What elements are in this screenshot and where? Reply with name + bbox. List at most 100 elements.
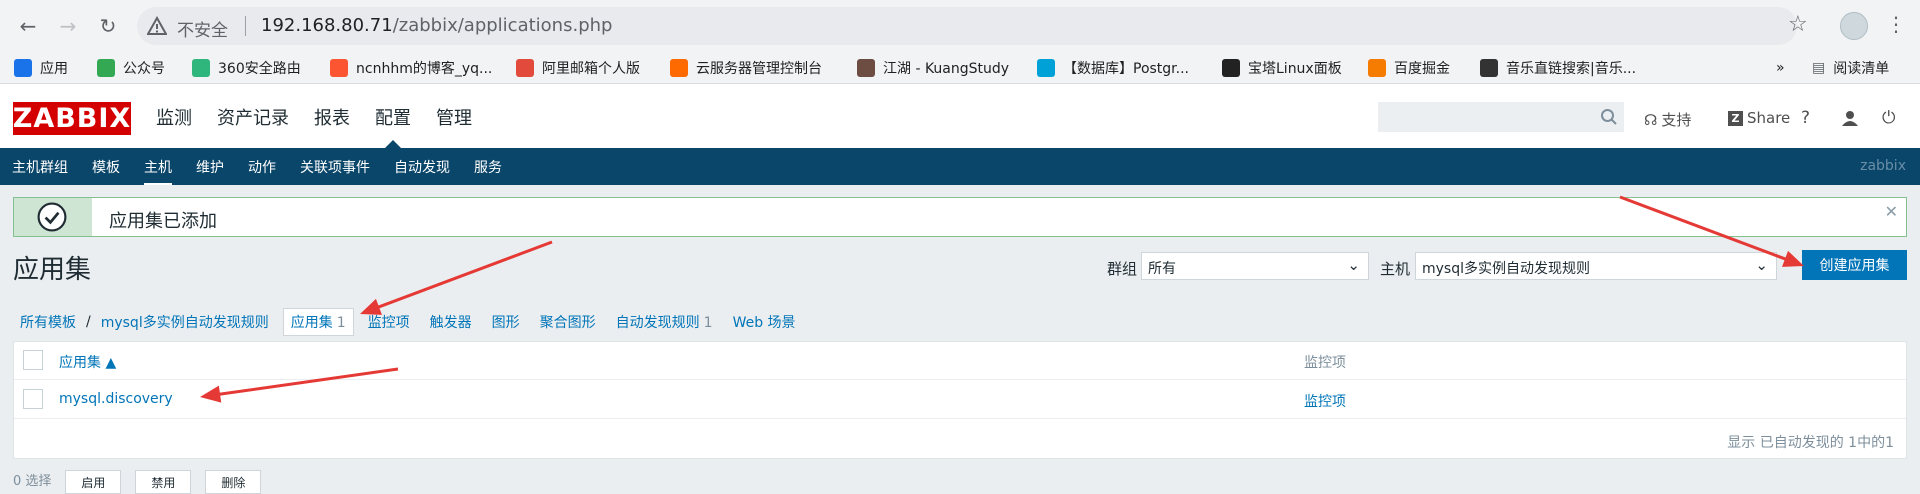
browser-menu-icon[interactable]: ⋮: [1886, 12, 1906, 36]
top-menu: 监测 资产记录 报表 配置 管理: [156, 104, 497, 148]
bookmark-item[interactable]: 应用: [14, 58, 68, 78]
bt-icon: [1222, 59, 1240, 77]
crumb-separator: /: [86, 314, 91, 330]
forward-icon[interactable]: →: [52, 10, 84, 42]
selected-count: 0 选择: [13, 474, 52, 489]
host-select-value: mysql多实例自动发现规则: [1422, 261, 1590, 277]
subnav-item[interactable]: 服务: [474, 157, 502, 177]
crumb-tab-label: 触发器: [429, 315, 472, 331]
subnav-item[interactable]: 模板: [92, 157, 120, 177]
crumb-tab[interactable]: 图形: [492, 312, 520, 332]
bookmarks-more-icon[interactable]: »: [1776, 58, 1785, 78]
bookmark-item[interactable]: 【数据库】Postgr...: [1037, 58, 1189, 78]
bookmark-item[interactable]: 宝塔Linux面板: [1222, 58, 1342, 78]
zabbix-header: ZABBIX 监测 资产记录 报表 配置 管理 ☊ 支持 Z Share ? ⏻: [0, 84, 1920, 148]
help-icon[interactable]: ?: [1801, 108, 1810, 128]
crumb-tab[interactable]: 聚合图形: [540, 312, 596, 332]
bookmark-item[interactable]: 阿里邮箱个人版: [516, 58, 640, 78]
url-text[interactable]: 192.168.80.71/zabbix/applications.php: [261, 15, 612, 36]
crumb-host[interactable]: mysql多实例自动发现规则: [101, 312, 269, 332]
bookmark-label: 阿里邮箱个人版: [542, 61, 640, 77]
apps-grid-icon: [14, 59, 32, 77]
mass-action-bar: 0 选择 启用 禁用 删除: [13, 470, 275, 494]
music-icon: [1480, 59, 1498, 77]
omnibox-divider: [245, 16, 246, 36]
reload-icon[interactable]: ↻: [92, 10, 124, 42]
column-header-items: 监控项: [1304, 355, 1346, 371]
crumb-tab[interactable]: 应用集 1: [282, 308, 354, 336]
check-circle-icon: [37, 202, 67, 232]
column-header-application[interactable]: 应用集 ▲: [59, 352, 116, 372]
bookmark-item[interactable]: 百度掘金: [1368, 58, 1450, 78]
support-link[interactable]: ☊ 支持: [1644, 109, 1691, 130]
bookmark-item[interactable]: 360安全路由: [192, 58, 301, 78]
crumb-tab[interactable]: 监控项: [368, 312, 410, 332]
table-row: mysql.discovery 监控项: [14, 380, 1906, 419]
aliyun-icon: [670, 59, 688, 77]
reading-list[interactable]: ▤ 阅读清单: [1812, 58, 1889, 78]
share-z-icon: Z: [1728, 110, 1743, 126]
success-message: 应用集已添加 ✕: [13, 197, 1907, 237]
top-menu-item[interactable]: 报表: [314, 104, 350, 130]
reading-list-icon: ▤: [1812, 60, 1826, 76]
row-checkbox[interactable]: [23, 389, 43, 409]
enable-button[interactable]: 启用: [65, 470, 122, 494]
host-select[interactable]: mysql多实例自动发现规则 ⌄: [1415, 252, 1777, 280]
subnav-item[interactable]: 主机: [144, 157, 172, 185]
bookmark-item[interactable]: 云服务器管理控制台: [670, 58, 822, 78]
search-icon[interactable]: [1600, 108, 1618, 126]
bookmark-label: 音乐直链搜索|音乐...: [1506, 61, 1637, 77]
bookmark-item[interactable]: 江湖 - KuangStudy: [857, 58, 1009, 78]
subnav-item[interactable]: 关联项事件: [300, 157, 370, 177]
address-bar[interactable]: 不安全 192.168.80.71/zabbix/applications.ph…: [137, 7, 1797, 45]
delete-button[interactable]: 删除: [205, 470, 262, 494]
kuangstudy-icon: [857, 59, 875, 77]
bookmark-star-icon[interactable]: ☆: [1788, 12, 1808, 37]
subnav-item[interactable]: 自动发现: [394, 157, 450, 177]
subnav-item[interactable]: 主机群组: [12, 157, 68, 177]
application-name-link[interactable]: mysql.discovery: [59, 391, 173, 407]
crumb-all-templates[interactable]: 所有模板: [20, 312, 76, 332]
bookmark-label: 公众号: [123, 61, 165, 77]
disable-button[interactable]: 禁用: [135, 470, 192, 494]
crumb-tab[interactable]: Web 场景: [733, 312, 796, 332]
crumb-tab[interactable]: 自动发现规则 1: [616, 312, 713, 332]
bookmark-item[interactable]: ncnhhm的博客_yq...: [330, 58, 492, 78]
subnav-item[interactable]: 动作: [248, 157, 276, 177]
chevron-down-icon: ⌄: [1347, 256, 1360, 274]
top-menu-item[interactable]: 管理: [436, 104, 472, 130]
logout-power-icon[interactable]: ⏻: [1882, 108, 1895, 128]
bookmark-label: 360安全路由: [218, 61, 301, 77]
warning-icon: [147, 16, 167, 35]
select-all-checkbox[interactable]: [23, 350, 43, 370]
reading-list-label: 阅读清单: [1833, 61, 1890, 77]
close-icon[interactable]: ✕: [1885, 202, 1898, 221]
items-link[interactable]: 监控项: [1304, 391, 1346, 411]
user-profile-icon[interactable]: [1842, 110, 1858, 126]
configuration-subnav: 主机群组 模板 主机 维护 动作 关联项事件 自动发现 服务 zabbix: [0, 148, 1920, 185]
chevron-down-icon: ⌄: [1755, 256, 1768, 274]
top-menu-item[interactable]: 监测: [156, 104, 192, 130]
crumb-tab-label: 监控项: [367, 315, 410, 331]
crumb-tab-label: Web 场景: [732, 315, 796, 331]
bookmark-item[interactable]: 公众号: [97, 58, 165, 78]
zabbix-logo[interactable]: ZABBIX: [13, 102, 131, 135]
group-select[interactable]: 所有 ⌄: [1141, 252, 1369, 280]
share-link[interactable]: Z Share: [1728, 109, 1790, 127]
crumb-tab-label: 聚合图形: [539, 315, 596, 331]
breadcrumb: 所有模板 / mysql多实例自动发现规则 应用集 1 监控项 触发器 图形 聚合图形 自动…: [20, 308, 816, 336]
bookmark-label: 云服务器管理控制台: [696, 61, 822, 77]
profile-avatar[interactable]: [1840, 12, 1868, 40]
bookmark-item[interactable]: 音乐直链搜索|音乐...: [1480, 58, 1636, 78]
bookmark-label: 【数据库】Postgr...: [1063, 61, 1189, 77]
crumb-tab[interactable]: 触发器: [430, 312, 472, 332]
top-menu-item[interactable]: 资产记录: [217, 104, 289, 130]
page-title: 应用集: [13, 255, 92, 285]
back-icon[interactable]: ←: [12, 10, 44, 42]
top-menu-item[interactable]: 配置: [375, 104, 411, 148]
subnav-item[interactable]: 维护: [196, 157, 224, 177]
create-application-button[interactable]: 创建应用集: [1802, 250, 1907, 280]
global-search-input[interactable]: [1378, 102, 1624, 132]
crumb-tab-count: 1: [703, 315, 713, 331]
table-footer-count: 显示 已自动发现的 1中的1: [1727, 435, 1894, 451]
